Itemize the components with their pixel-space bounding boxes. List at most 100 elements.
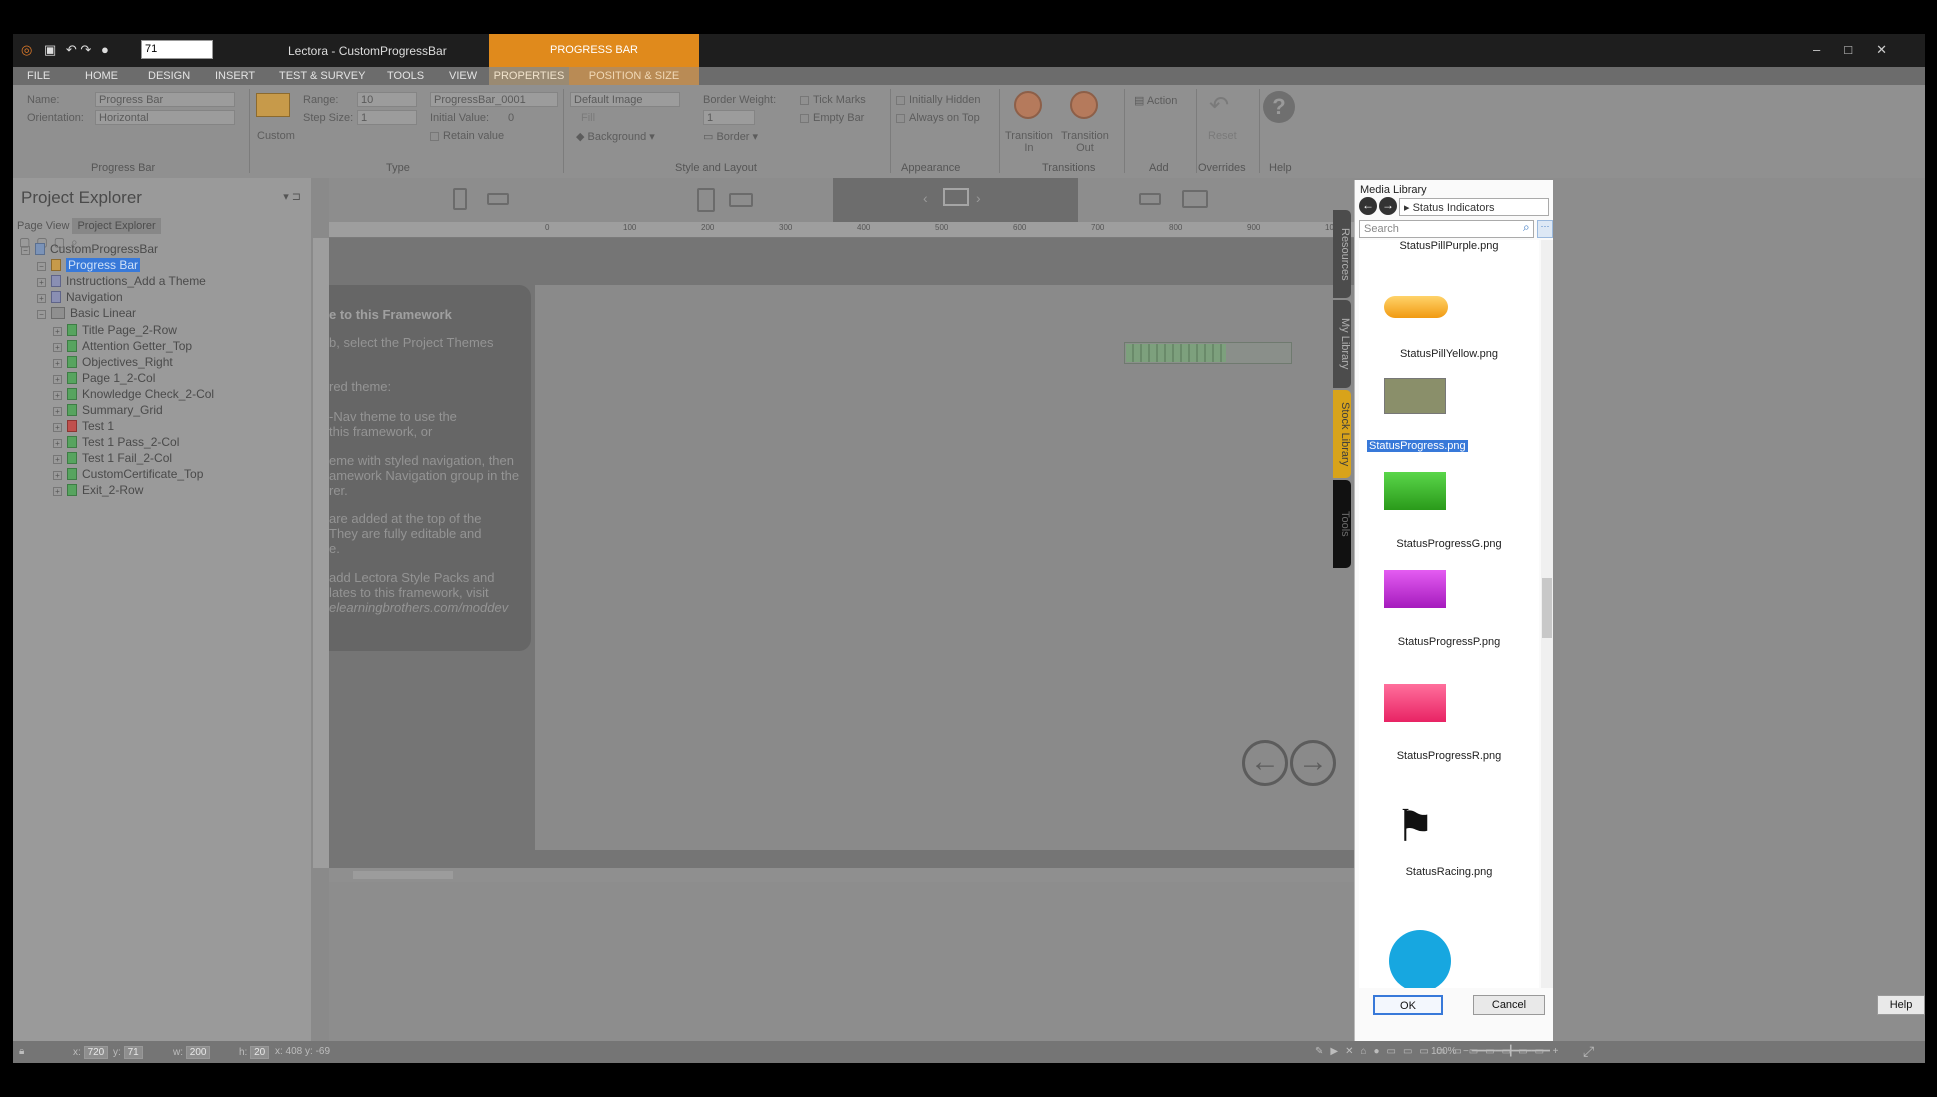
menu-tools[interactable]: TOOLS [387,70,424,82]
tab-my-library[interactable]: My Library [1333,300,1351,388]
tree-item[interactable]: + Navigation [37,290,123,306]
close-button[interactable]: ✕ [1876,42,1911,57]
menu-view[interactable]: VIEW [449,70,477,82]
tablet-portrait-icon[interactable] [697,188,715,212]
welcome-panel[interactable]: e to this Framework b, select the Projec… [329,285,531,651]
cancel-button[interactable]: Cancel [1473,995,1545,1015]
media-item-selected[interactable]: StatusProgress.png [1359,360,1539,456]
retain-value-checkbox[interactable]: Retain value [430,130,504,142]
scroll-thumb[interactable] [353,871,453,879]
forward-icon[interactable]: → [1379,197,1397,215]
background-button[interactable]: ◆ Background ▾ [576,130,655,143]
qat-value-input[interactable]: 71 [141,40,213,59]
media-item[interactable]: StatusProgressG.png [1359,456,1539,568]
phone-portrait-icon[interactable] [453,188,467,210]
tab-stock-library[interactable]: Stock Library [1333,390,1351,478]
redo-icon[interactable]: ↷ [80,42,91,57]
maximize-button[interactable]: □ [1844,42,1876,57]
tab-tools[interactable]: Tools [1333,480,1351,568]
undo-icon[interactable]: ↶ [66,42,77,57]
tree-root[interactable]: − CustomProgressBar [21,242,158,258]
y-value[interactable]: 71 [123,1046,143,1059]
help-icon[interactable]: ? [1263,91,1295,123]
scroll-thumb[interactable] [1542,578,1552,638]
h-field[interactable]: h: 20 [239,1046,270,1059]
arrow-right-icon[interactable]: → [1290,740,1336,786]
tree-item[interactable]: + Instructions_Add a Theme [37,274,206,290]
tab-properties[interactable]: PROPERTIES [489,67,569,85]
media-item[interactable]: StatusPillYellow.png [1359,260,1539,360]
search-icon[interactable]: ⌕ [1523,220,1530,235]
menu-design[interactable]: DESIGN [148,70,190,82]
x-field[interactable]: x: 720 [73,1046,109,1059]
chevron-left-icon[interactable]: ‹ [923,190,928,206]
menu-home[interactable]: HOME [85,70,118,82]
transition-out-button[interactable]: Transition Out [1061,130,1109,154]
tree-item[interactable]: + Test 1 Pass_2-Col [53,435,179,451]
step-size-input[interactable]: 1 [357,110,417,125]
tab-project-explorer[interactable]: Project Explorer [72,218,161,234]
w-value[interactable]: 200 [185,1046,211,1059]
desktop-view-selected[interactable]: ‹ › [833,178,1078,222]
folder-path[interactable]: ▸ Status Indicators [1399,198,1549,216]
transition-in-button[interactable]: Transition In [1005,130,1053,154]
tree-item[interactable]: + Exit_2-Row [53,483,143,499]
tree-item[interactable]: + Test 1 Fail_2-Col [53,451,172,467]
globe-icon[interactable]: ● [101,42,109,57]
media-item[interactable]: StatusProgressR.png [1359,680,1539,792]
reset-button[interactable]: Reset [1208,130,1237,142]
tablet-landscape-icon[interactable] [729,193,753,207]
device-wide-icon[interactable] [1182,190,1208,208]
tree-item[interactable]: + CustomCertificate_Top [53,467,203,483]
menu-insert[interactable]: INSERT [215,70,255,82]
device-landscape-icon[interactable] [1139,193,1161,205]
empty-bar-checkbox[interactable]: Empty Bar [800,112,864,124]
help-button[interactable]: Help [1877,995,1925,1015]
tree-item[interactable]: + Title Page_2-Row [53,323,177,339]
tree-item-progress-bar[interactable]: − Progress Bar [37,258,141,274]
tree-item[interactable]: + Attention Getter_Top [53,339,192,355]
media-list-scrollbar[interactable] [1541,240,1553,988]
tree-item[interactable]: + Summary_Grid [53,403,163,419]
tree-item[interactable]: + Knowledge Check_2-Col [53,387,214,403]
lock-icon[interactable]: 🔒︎ [19,1046,24,1057]
menu-file[interactable]: FILE [27,70,50,82]
tree-item[interactable]: + Objectives_Right [53,355,173,371]
action-button[interactable]: ▤ Action [1134,94,1177,107]
media-item[interactable]: StatusProgressP.png [1359,568,1539,680]
media-item[interactable] [1359,930,1539,988]
w-field[interactable]: w: 200 [173,1046,211,1059]
media-item[interactable]: ⚑ StatusRacing.png [1359,792,1539,902]
tab-position-size[interactable]: POSITION & SIZE [569,67,699,85]
custom-button[interactable]: Custom [257,130,295,142]
media-search-input[interactable]: Search [1359,220,1534,238]
initial-value[interactable]: 0 [508,112,514,124]
orientation-select[interactable]: Horizontal [95,110,235,125]
back-icon[interactable]: ← [1359,197,1377,215]
fit-page-icon[interactable]: ⤢ [1583,1043,1594,1060]
border-weight-input[interactable]: 1 [703,110,755,125]
initially-hidden-checkbox[interactable]: Initially Hidden [896,94,981,106]
welcome-link[interactable]: elearningbrothers.com/moddev [329,600,508,616]
arrow-left-icon[interactable]: ← [1242,740,1288,786]
tree-item-chapter[interactable]: − Basic Linear [37,306,136,322]
ok-button[interactable]: OK [1373,995,1443,1015]
fill-button[interactable]: Fill [581,112,595,124]
tick-marks-checkbox[interactable]: Tick Marks [800,94,866,106]
range-input[interactable]: 10 [357,92,417,107]
y-field[interactable]: y: 71 [113,1046,143,1059]
border-button[interactable]: ▭ Border ▾ [703,130,758,143]
more-options-button[interactable]: ··· [1537,220,1553,238]
h-value[interactable]: 20 [250,1046,270,1059]
tree-item[interactable]: + Test 1 [53,419,114,435]
name-input[interactable]: Progress Bar [95,92,235,107]
minimize-button[interactable]: – [1813,42,1844,57]
menu-test-survey[interactable]: TEST & SURVEY [279,70,365,82]
panel-pin-icon[interactable]: ▾ ⊐ [283,190,301,203]
chevron-right-icon[interactable]: › [976,190,981,206]
tree-item[interactable]: + Page 1_2-Col [53,371,155,387]
x-value[interactable]: 720 [83,1046,109,1059]
phone-landscape-icon[interactable] [487,193,509,205]
tab-resources[interactable]: Resources [1333,210,1351,298]
always-on-top-checkbox[interactable]: Always on Top [896,112,980,124]
